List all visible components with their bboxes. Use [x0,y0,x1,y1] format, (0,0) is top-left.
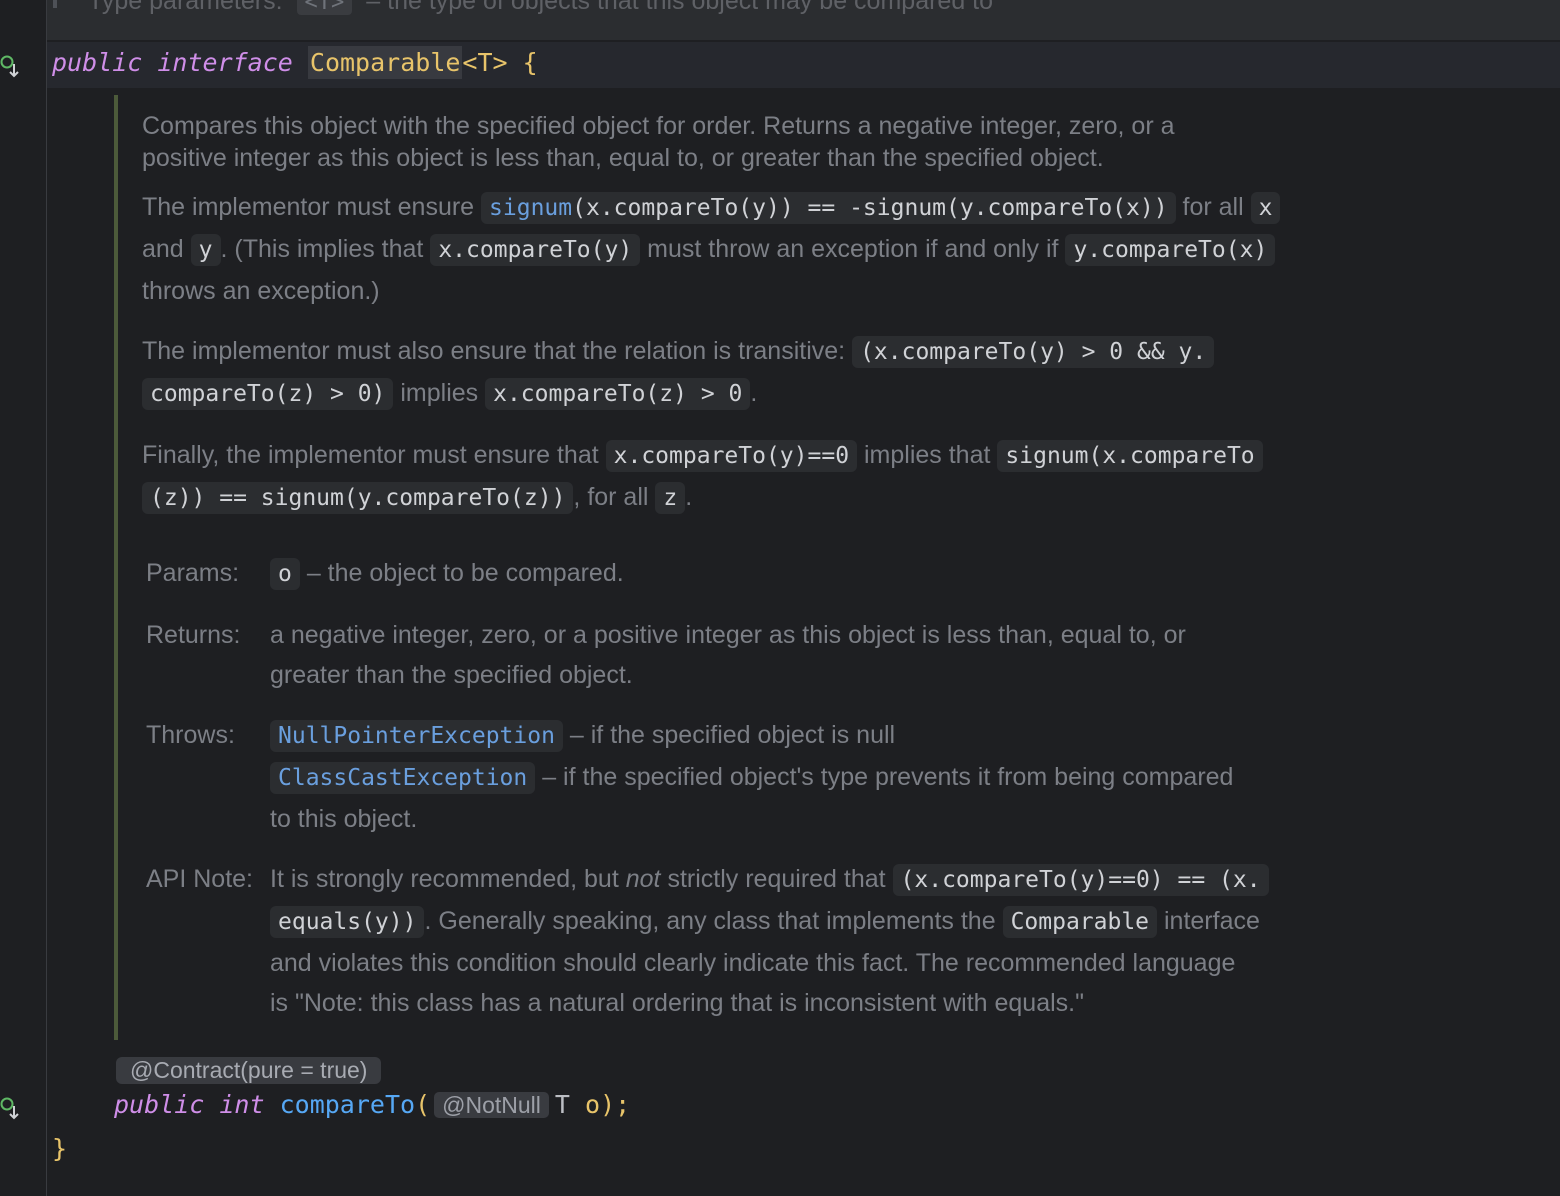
code-text: (x.compareTo(y)) == -signum(y.compareTo(… [572,195,1168,221]
doc-text: – if the specified object's type prevent… [542,763,1234,791]
closing-brace-line: } [52,1134,67,1163]
doc-text: for all [1182,193,1244,221]
doc-paragraph-4-line-2: (z)) == signum(y.compareTo(z)), for all … [142,476,1382,519]
code-editor[interactable]: Type parameters: <T> – the type of objects… [0,0,1560,1196]
open-paren: ( [415,1090,431,1119]
param-name: o [585,1090,601,1119]
null-pointer-exception-link[interactable]: NullPointerException [270,720,563,752]
contract-annotation-hint[interactable]: @Contract(pure = true) [116,1057,382,1084]
doc-paragraph-2-line-1: The implementor must ensure signum(x.com… [142,186,1382,229]
param-type: T [554,1090,570,1119]
code-snippet: Comparable [1002,906,1158,938]
doc-text: . [750,379,758,407]
throws-1: NullPointerException – if the specified … [270,714,895,757]
doc-text: strictly required that [667,865,886,893]
code-snippet: signum(x.compareTo(y)) == -signum(y.comp… [481,192,1176,224]
returns-line-1: a negative integer, zero, or a positive … [270,621,1186,649]
type-params-desc: – the type of objects that this object m… [366,0,994,15]
type-params-label: Type parameters: [88,0,283,15]
doc-paragraph-4-line-1: Finally, the implementor must ensure tha… [142,434,1382,477]
interface-name[interactable]: Comparable [307,46,463,79]
method-declaration[interactable]: public int compareTo(@NotNull T o); [114,1090,630,1119]
code-snippet: x [1250,192,1281,224]
api-note-line-1: It is strongly recommended, but not stri… [270,858,1269,901]
doc-text: Finally, the implementor must ensure tha… [142,441,599,469]
rendered-doc-bar [114,95,118,1040]
signum-link[interactable]: signum [489,195,572,221]
keyword-interface: interface [157,48,293,77]
doc-paragraph-3-line-1: The implementor must also ensure that th… [142,330,1382,373]
params-label: Params: [146,559,240,587]
type-params-code: <T> [296,0,353,15]
code-snippet: y.compareTo(x) [1065,234,1276,266]
keyword-public: public [114,1090,205,1119]
doc-text: – if the specified object is null [569,721,896,749]
doc-text: , for all [573,483,649,511]
doc-text: throws an exception.) [142,277,380,305]
doc-text: interface [1164,907,1260,935]
close-paren: ); [600,1090,631,1119]
code-snippet: signum(x.compareTo [997,440,1263,472]
code-snippet: (x.compareTo(y) > 0 && y. [852,336,1215,368]
returns-label: Returns: [146,621,241,649]
doc-paragraph-3-line-2: compareTo(z) > 0) implies x.compareTo(z)… [142,372,1382,415]
params-value: o – the object to be compared. [270,552,624,595]
throws-2: ClassCastException – if the specified ob… [270,756,1233,799]
code-snippet: z [655,482,686,514]
doc-text: – the object to be compared. [306,559,624,587]
api-note-line-3: and violates this condition should clear… [270,949,1236,977]
keyword-public: public [52,48,143,77]
implemented-down-arrow-icon[interactable] [0,1096,20,1120]
type-parameter: <T> [462,48,508,77]
doc-bar-fragment [53,0,57,8]
doc-text: implies [400,379,479,407]
doc-text: The implementor must ensure [142,193,475,221]
doc-text: It is strongly recommended, but [270,865,619,893]
doc-paragraph-1: Compares this object with the specified … [142,110,1382,174]
doc-text: and [142,235,184,263]
doc-text: . [685,483,693,511]
throws-2-line-2: to this object. [270,805,418,833]
param-code: o [270,558,300,590]
throws-label: Throws: [146,721,235,749]
api-note-label: API Note: [146,865,253,893]
doc-text: The implementor must also ensure that th… [142,337,846,365]
code-snippet: compareTo(z) > 0) [142,378,394,410]
notnull-annotation-hint[interactable]: @NotNull [434,1092,549,1118]
doc-text: Compares this object with the specified … [142,112,1175,140]
doc-text: positive integer as this object is less … [142,144,1104,172]
class-cast-exception-link[interactable]: ClassCastException [270,762,536,794]
doc-text: . Generally speaking, any class that imp… [424,907,996,935]
implemented-down-arrow-icon[interactable] [0,54,20,78]
api-note-line-2: equals(y)). Generally speaking, any clas… [270,900,1260,943]
code-snippet: (x.compareTo(y)==0) == (x. [892,864,1269,896]
doc-paragraph-2-line-2: and y. (This implies that x.compareTo(y)… [142,228,1382,271]
code-snippet: x.compareTo(y) [430,234,641,266]
doc-text: must throw an exception if and only if [647,235,1059,263]
type-params-row: Type parameters: <T> – the type of objects… [88,0,993,16]
code-snippet: x.compareTo(z) > 0 [485,378,751,410]
gutter-separator [46,0,47,1196]
doc-text: . (This implies that [220,235,424,263]
doc-text: implies that [864,441,991,469]
open-brace: { [522,48,538,77]
api-note-line-4: is "Note: this class has a natural order… [270,989,1084,1017]
method-name[interactable]: compareTo [280,1090,415,1119]
interface-declaration[interactable]: public interface Comparable<T> { [52,46,538,79]
code-snippet: y [190,234,221,266]
code-snippet: (z)) == signum(y.compareTo(z)) [142,482,574,514]
code-snippet: equals(y)) [270,906,425,938]
keyword-int: int [219,1090,265,1119]
doc-emphasis: not [625,865,661,893]
code-snippet: x.compareTo(y)==0 [605,440,858,472]
close-brace: } [52,1134,68,1163]
returns-line-2: greater than the specified object. [270,661,633,689]
doc-paragraph-2-line-3: throws an exception.) [142,270,1382,312]
